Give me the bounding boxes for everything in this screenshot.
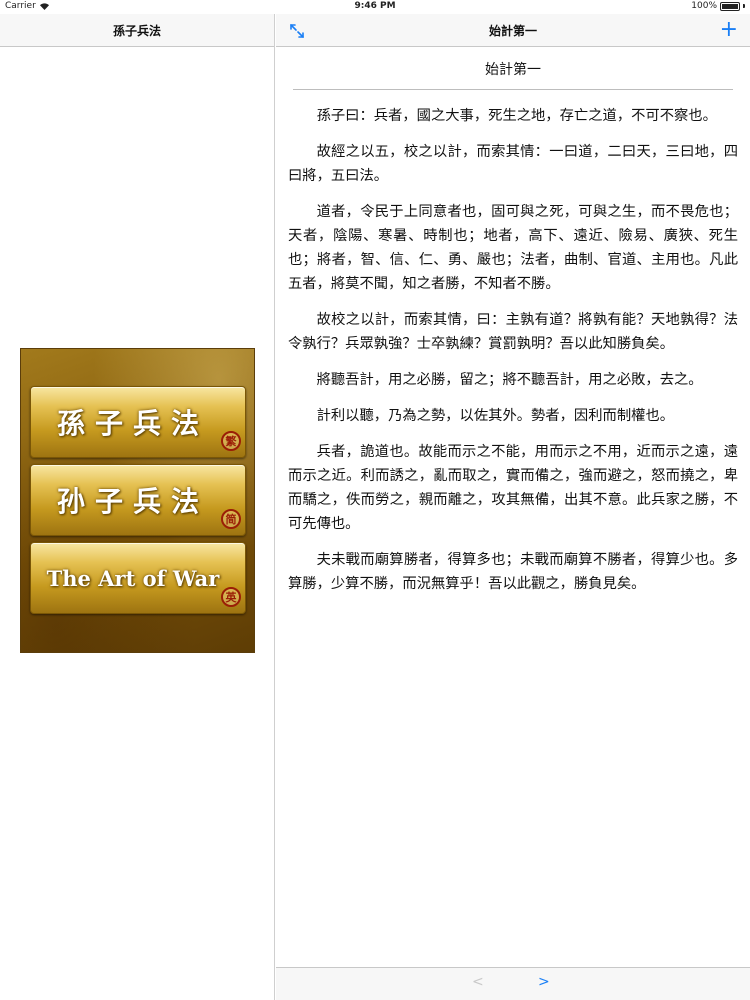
- expand-icon[interactable]: [288, 22, 306, 40]
- battery-percent: 100%: [691, 1, 717, 11]
- previous-chapter-button[interactable]: <: [472, 974, 484, 990]
- english-seal-icon: 英: [221, 587, 241, 607]
- paragraph: 孫子曰：兵者，國之大事，死生之地，存亡之道，不可不察也。: [316, 108, 717, 124]
- paragraph: 夫未戰而廟算勝者，得算多也；未戰而廟算不勝者，得算少也。多算勝，少算不勝，而況無…: [288, 552, 738, 592]
- chapter-title: 始計第一: [293, 59, 733, 90]
- battery-indicator: 100%: [691, 1, 745, 11]
- detail-panel: 始計第一 + 始計第一 孫子曰：兵者，國之大事，死生之地，存亡之道，不可不察也。…: [276, 14, 750, 1000]
- paragraph: 故經之以五，校之以計，而索其情：一曰道，二曰天，三曰地，四曰將，五曰法。: [288, 144, 738, 184]
- detail-nav-title: 始計第一: [488, 23, 537, 38]
- chapter-content: 孫子曰：兵者，國之大事，死生之地，存亡之道，不可不察也。 故經之以五，校之以計，…: [276, 90, 750, 596]
- edition-traditional-button[interactable]: 孫子兵法 繁: [30, 386, 246, 458]
- bottom-toolbar: < >: [276, 967, 750, 1000]
- master-panel: 孫子兵法 孫子兵法 繁 孙子兵法 简 The Art of War 英: [0, 14, 275, 1000]
- status-time: 9:46 PM: [354, 1, 396, 11]
- paragraph: 計利以聽，乃為之勢，以佐其外。勢者，因利而制權也。: [316, 408, 675, 424]
- add-button[interactable]: +: [720, 17, 738, 43]
- battery-fill: [722, 3, 738, 9]
- edition-simplified-button[interactable]: 孙子兵法 简: [30, 464, 246, 536]
- battery-tip: [743, 4, 745, 8]
- status-bar: Carrier 9:46 PM 100%: [0, 0, 750, 14]
- paragraph: 道者，令民于上同意者也，固可與之死，可與之生，而不畏危也；天者，陰陽、寒暑、時制…: [288, 204, 738, 292]
- simplified-seal-icon: 简: [221, 509, 241, 529]
- paragraph: 故校之以計，而索其情，曰：主孰有道？將孰有能？天地孰得？法令孰行？兵眾孰強？士卒…: [288, 312, 738, 352]
- edition-english-title: The Art of War: [46, 565, 220, 591]
- edition-english-button[interactable]: The Art of War 英: [30, 542, 246, 614]
- next-chapter-button[interactable]: >: [538, 974, 550, 990]
- traditional-seal-icon: 繁: [221, 431, 241, 451]
- master-nav-title: 孫子兵法: [112, 23, 161, 38]
- detail-nav-bar: 始計第一 +: [276, 14, 750, 47]
- edition-traditional-title: 孫子兵法: [56, 407, 209, 440]
- book-cover: 孫子兵法 繁 孙子兵法 简 The Art of War 英: [20, 348, 255, 653]
- paragraph: 兵者，詭道也。故能而示之不能，用而示之不用，近而示之遠，遠而示之近。利而誘之，亂…: [288, 444, 738, 532]
- master-nav-bar: 孫子兵法: [0, 14, 274, 47]
- battery-icon: [720, 1, 740, 11]
- paragraph: 將聽吾計，用之必勝，留之；將不聽吾計，用之必敗，去之。: [316, 372, 703, 388]
- edition-simplified-title: 孙子兵法: [56, 485, 209, 518]
